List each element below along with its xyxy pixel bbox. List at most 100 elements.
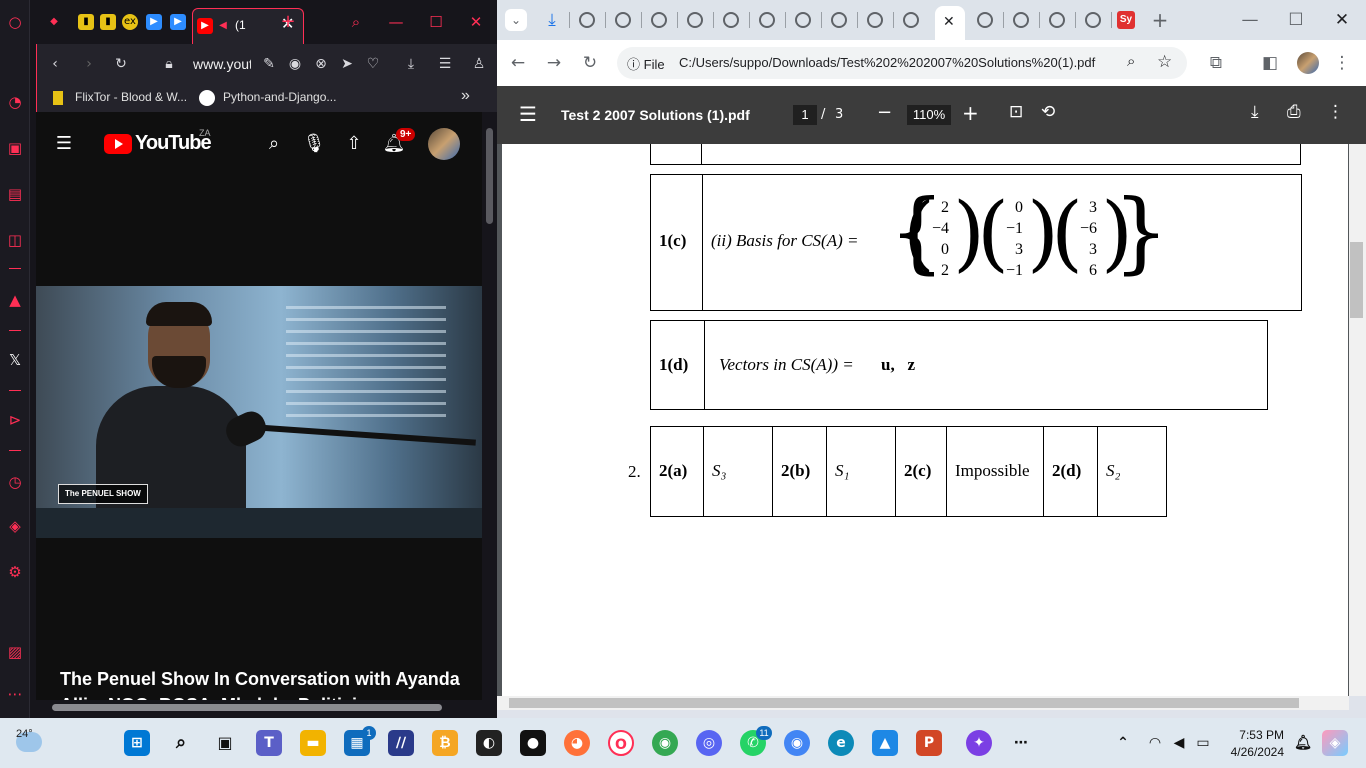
address-bar[interactable]: ⓘ File C:/Users/suppo/Downloads/Test%202… [617, 47, 1187, 79]
dev-channel-pre-icon[interactable]: ◈ [1322, 730, 1348, 756]
rotate-icon[interactable]: ⟲ [1041, 102, 1055, 122]
bookmark-python-django[interactable]: Python-and-Django... [223, 90, 336, 104]
copilot-icon[interactable]: ✦ [966, 730, 992, 756]
zoom-magnifier-icon[interactable]: ⌕ [1127, 53, 1135, 70]
player-icon[interactable]: ⊳ [5, 410, 25, 430]
download-tab-icon[interactable]: ⤓ [541, 9, 563, 31]
workspace-icon[interactable]: ▣ [5, 138, 25, 158]
reload-icon[interactable]: ↻ [111, 54, 131, 74]
tab-generic-icon[interactable] [1013, 12, 1029, 28]
teams-icon[interactable]: T [256, 730, 282, 756]
tab-close-icon[interactable]: ✕ [943, 13, 955, 30]
url-field[interactable]: C:/Users/suppo/Downloads/Test%202%202007… [679, 55, 1121, 70]
profile-icon[interactable]: ♙ [469, 54, 489, 74]
crypto-wallet-icon[interactable]: ◫ [5, 230, 25, 250]
notifications-bell-icon[interactable]: 🔔︎ [1290, 730, 1316, 756]
tab-pdf-active[interactable]: ✕ [935, 6, 965, 40]
tab-generic-icon[interactable] [1049, 12, 1065, 28]
close-window-icon[interactable]: ✕ [468, 14, 484, 30]
edit-icon[interactable]: ✎ [259, 54, 279, 74]
clock-time[interactable]: 7:53 PM [1234, 728, 1284, 742]
chrome-icon[interactable]: ◉ [652, 730, 678, 756]
close-window-icon[interactable]: ✕ [1331, 9, 1353, 31]
photos-icon[interactable]: ▲ [872, 730, 898, 756]
tab-generic-icon[interactable] [903, 12, 919, 28]
task-view-icon[interactable]: ▣ [212, 730, 238, 756]
tab-battery-icon[interactable]: ▮ [100, 14, 116, 30]
tab-generic-icon[interactable] [579, 12, 595, 28]
x-twitter-icon[interactable]: 𝕏 [5, 350, 25, 370]
edge-icon[interactable]: e [828, 730, 854, 756]
tab-battery-icon[interactable]: ▮ [78, 14, 94, 30]
pdf-menu-icon[interactable]: ☰ [519, 102, 537, 126]
tab-generic-icon[interactable] [615, 12, 631, 28]
figma-icon[interactable]: ◐ [476, 730, 502, 756]
zoom-in-icon[interactable]: + [962, 101, 979, 125]
minimize-icon[interactable]: — [388, 14, 404, 30]
discord-icon[interactable]: ◎ [696, 730, 722, 756]
chrome-menu-icon[interactable]: ⋮ [1331, 52, 1353, 74]
aria-icon[interactable]: ▲ [5, 290, 25, 310]
battery-icon[interactable]: ▭ [1190, 730, 1216, 756]
show-hidden-icons-chevron-icon[interactable]: ⌃ [1110, 730, 1136, 756]
tab-generic-icon[interactable] [651, 12, 667, 28]
audio-playing-icon[interactable]: ◀ [215, 18, 231, 34]
extensions-puzzle-icon[interactable]: ⧉ [1205, 52, 1227, 74]
maximize-icon[interactable]: ☐ [1285, 9, 1307, 31]
more-apps-icon[interactable]: ⋯ [1008, 730, 1034, 756]
heart-icon[interactable]: ♡ [363, 54, 383, 74]
weather-temperature[interactable]: 24° [16, 728, 33, 740]
bookmarks-overflow-icon[interactable]: » [461, 87, 470, 105]
history-icon[interactable]: ◷ [5, 472, 25, 492]
upload-icon[interactable]: ⇧ [342, 132, 366, 156]
volume-icon[interactable]: ◀ [1166, 730, 1192, 756]
start-windows-icon[interactable]: ⊞ [124, 730, 150, 756]
zoom-out-icon[interactable]: − [877, 102, 892, 123]
new-tab-icon[interactable]: + [280, 13, 296, 31]
tab-ex-icon[interactable]: ex [122, 14, 138, 30]
send-icon[interactable]: ➤ [337, 54, 357, 74]
wifi-icon[interactable]: ◠ [1142, 730, 1168, 756]
menu-hamburger-icon[interactable]: ☰ [52, 132, 76, 156]
maximize-icon[interactable]: ☐ [428, 14, 444, 30]
tab-generic-icon[interactable] [759, 12, 775, 28]
tab-zoom-icon[interactable]: ▶ [170, 14, 186, 30]
side-panel-icon[interactable]: ◧ [1259, 52, 1281, 74]
tab-generic-icon[interactable] [723, 12, 739, 28]
youtube-logo-icon[interactable] [104, 134, 132, 154]
tab-symbolab-icon[interactable]: Sy [1117, 11, 1135, 29]
tab-generic-icon[interactable] [687, 12, 703, 28]
more-dots-icon[interactable]: ⋯ [5, 684, 25, 704]
url-field[interactable]: www.yout [193, 56, 251, 72]
tab-generic-icon[interactable] [1085, 12, 1101, 28]
tab-generic-icon[interactable] [977, 12, 993, 28]
pdf-viewer[interactable]: 1(c) (ii) Basis for CS(A) = { ( 2 −4 0 2… [497, 144, 1366, 696]
download-icon[interactable]: ⤓ [1251, 102, 1259, 122]
twitch-icon[interactable]: ▤ [5, 184, 25, 204]
firefox-icon[interactable]: ◕ [564, 730, 590, 756]
microphone-icon[interactable]: 🎙︎ [302, 132, 326, 156]
file-explorer-icon[interactable]: ▬ [300, 730, 326, 756]
search-icon[interactable]: ⌕ [168, 730, 194, 756]
fit-page-icon[interactable]: ⊡ [1009, 102, 1023, 122]
horizontal-scroll-thumb[interactable] [52, 704, 442, 711]
powerpoint-icon[interactable]: P [916, 730, 942, 756]
zoom-level-input[interactable]: 110% [907, 105, 951, 125]
chrome-profile-icon[interactable]: ◉ [784, 730, 810, 756]
download-icon[interactable]: ⤓ [401, 54, 421, 74]
tab-generic-icon[interactable] [867, 12, 883, 28]
tab-zoom-icon[interactable]: ▶ [146, 14, 162, 30]
pdf-horizontal-scroll-thumb[interactable] [509, 698, 1299, 708]
reload-icon[interactable]: ↻ [579, 52, 601, 74]
back-icon[interactable]: ‹ [45, 54, 65, 74]
page-number-input[interactable]: 1 [793, 105, 817, 125]
site-info-chip[interactable]: ⓘ File [627, 54, 665, 73]
search-icon[interactable]: ⌕ [262, 132, 286, 156]
tab-search-chevron-icon[interactable]: ⌄ [505, 9, 527, 31]
bookmark-star-icon[interactable]: ☆ [1157, 52, 1172, 72]
easy-setup-icon[interactable]: ☰ [435, 54, 455, 74]
video-player[interactable]: The PENUEL SHOW [36, 286, 482, 538]
vertical-scroll-thumb[interactable] [486, 128, 493, 224]
print-icon[interactable]: ⎙ [1287, 102, 1301, 122]
github-desktop-icon[interactable]: ● [520, 730, 546, 756]
